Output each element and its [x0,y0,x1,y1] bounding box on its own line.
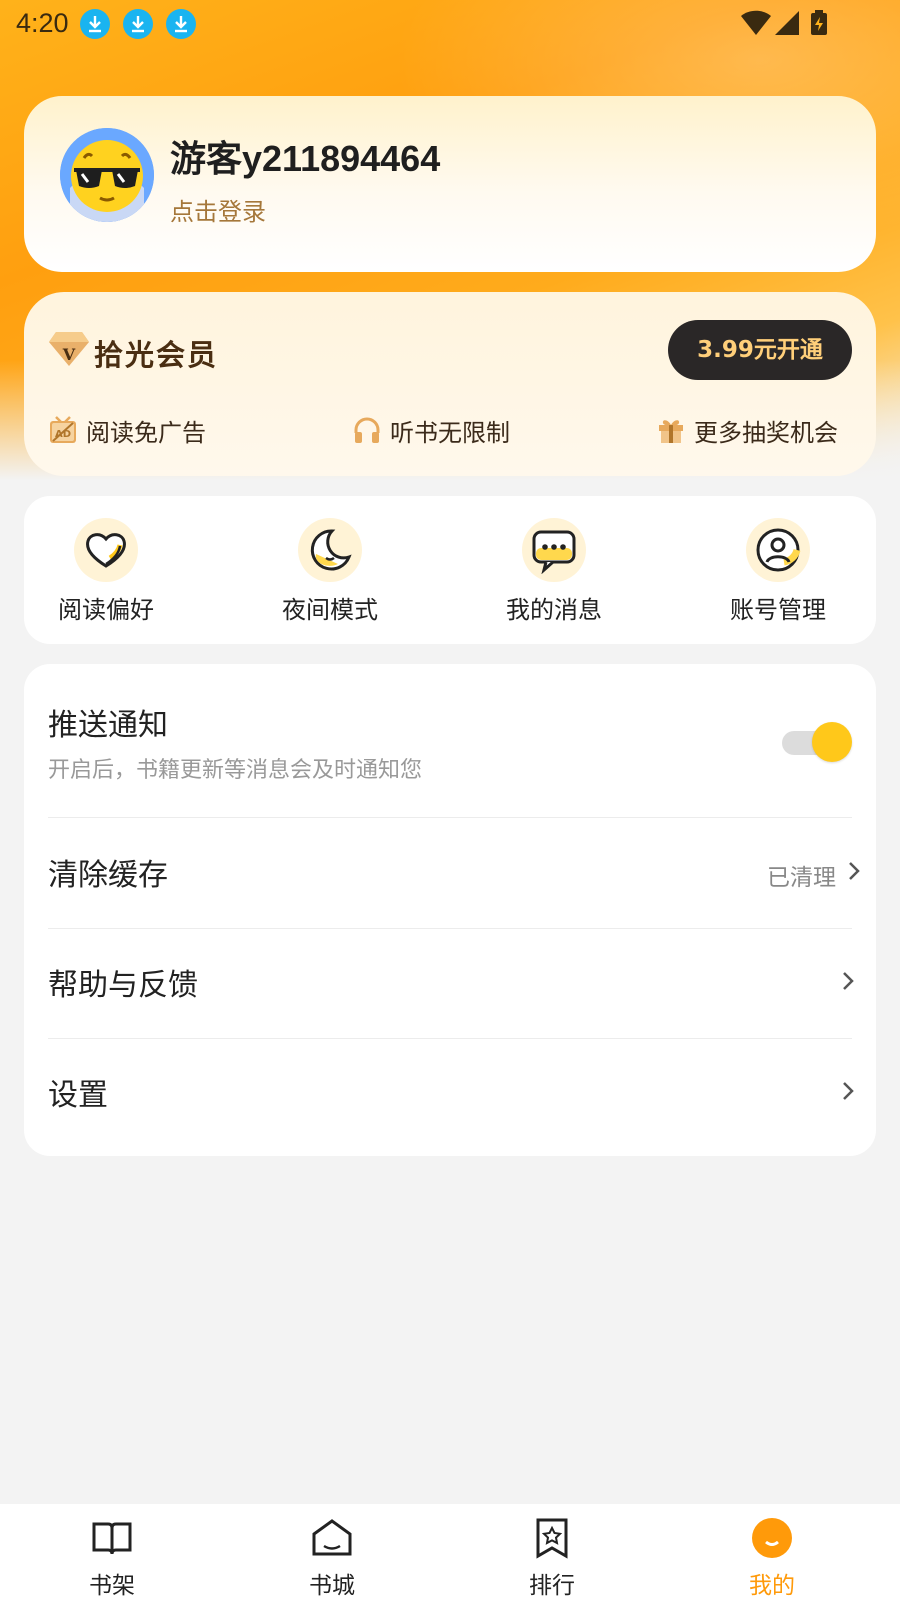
message-icon [522,518,586,582]
account-icon [746,518,810,582]
row-subtitle: 开启后，书籍更新等消息会及时通知您 [48,758,423,783]
vip-title: 拾光会员 [94,338,219,372]
divider [48,817,852,818]
quick-action-night-mode[interactable]: 夜间模式 [250,518,410,625]
download-icon [166,9,196,39]
perk-label: 更多抽奖机会 [694,418,838,447]
profile-icon [750,1516,794,1560]
nav-label: 书城 [309,1573,355,1599]
chevron-right-icon [846,860,862,882]
bookshelf-icon [90,1516,134,1560]
download-icon [123,9,153,39]
bookstore-icon [310,1516,354,1560]
wifi-icon [740,10,772,40]
gift-icon [656,415,686,445]
nav-label: 排行 [529,1573,575,1599]
perk-label: 阅读免广告 [86,418,206,447]
status-time: 4:20 [16,8,69,38]
settings-card: 推送通知 开启后，书籍更新等消息会及时通知您 清除缓存 已清理 帮助与反馈 设置 [24,664,876,1156]
quick-action-messages[interactable]: 我的消息 [474,518,634,625]
nav-label: 我的 [749,1573,795,1599]
status-bar: 4:20 [0,0,900,48]
row-title: 设置 [48,1078,108,1113]
perk-ad-free: AD 阅读免广告 [48,414,206,447]
battery-charging-icon [810,10,828,40]
clear-cache-row[interactable]: 清除缓存 [48,850,852,894]
row-title: 帮助与反馈 [48,968,198,1003]
nav-bookshelf[interactable]: 书架 [52,1516,172,1600]
heart-icon [74,518,138,582]
headphones-icon [352,415,382,445]
row-title: 清除缓存 [48,858,168,893]
quick-action-label: 夜间模式 [282,596,378,624]
diamond-icon: V [48,330,90,372]
vip-card[interactable]: V 拾光会员 3.99元开通 AD 阅读免广告 听书无限制 更多抽奖机会 [24,292,876,476]
quick-action-label: 我的消息 [506,596,602,624]
ad-free-icon: AD [48,415,78,445]
row-title: 推送通知 [48,708,168,743]
nav-profile[interactable]: 我的 [712,1516,832,1600]
username: 游客y211894464 [170,138,441,179]
ranking-icon [530,1516,574,1560]
nav-label: 书架 [89,1573,135,1599]
quick-action-label: 阅读偏好 [58,596,154,624]
vip-subscribe-button[interactable]: 3.99元开通 [668,320,852,380]
chevron-right-icon [840,970,856,992]
divider [48,928,852,929]
bottom-nav: 书架 书城 排行 我的 [0,1504,900,1600]
chevron-right-icon [840,1080,856,1102]
push-notification-toggle[interactable] [782,722,852,762]
quick-action-reading-preference[interactable]: 阅读偏好 [26,518,186,625]
login-link[interactable]: 点击登录 [170,192,266,227]
svg-text:V: V [62,345,76,364]
help-feedback-row[interactable]: 帮助与反馈 [48,960,852,1004]
cache-status: 已清理 [767,865,836,891]
download-icon [80,9,110,39]
quick-action-label: 账号管理 [730,596,826,624]
sunglasses-face-avatar[interactable] [60,128,154,222]
divider [48,1038,852,1039]
toggle-knob [812,722,852,762]
quick-action-account[interactable]: 账号管理 [698,518,858,625]
nav-bookstore[interactable]: 书城 [272,1516,392,1600]
moon-icon [298,518,362,582]
perk-lottery: 更多抽奖机会 [656,414,838,447]
quick-actions-card: 阅读偏好 夜间模式 我的消息 账号管理 [24,496,876,644]
profile-card[interactable]: 游客y211894464 点击登录 [24,96,876,272]
settings-row[interactable]: 设置 [48,1070,852,1114]
perk-label: 听书无限制 [390,418,510,447]
push-notification-row: 推送通知 开启后，书籍更新等消息会及时通知您 [48,700,852,784]
signal-icon [774,10,800,40]
nav-ranking[interactable]: 排行 [492,1516,612,1600]
perk-audiobook: 听书无限制 [352,414,510,447]
